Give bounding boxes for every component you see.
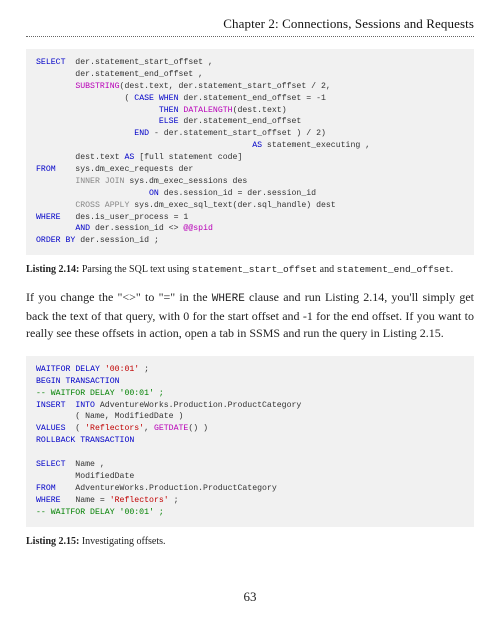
caption-text: Investigating offsets. bbox=[82, 536, 166, 547]
code-listing-2-15: WAITFOR DELAY '00:01' ; BEGIN TRANSACTIO… bbox=[26, 356, 474, 527]
caption-text: Parsing the SQL text using statement_sta… bbox=[82, 264, 453, 275]
page-container: Chapter 2: Connections, Sessions and Req… bbox=[0, 0, 500, 617]
listing-caption-2-15: Listing 2.15: Investigating offsets. bbox=[26, 536, 474, 547]
page-number: 63 bbox=[0, 589, 500, 605]
chapter-title: Chapter 2: Connections, Sessions and Req… bbox=[26, 16, 474, 32]
caption-label: Listing 2.15: bbox=[26, 536, 79, 547]
body-paragraph: If you change the "<>" to "=" in the WHE… bbox=[26, 289, 474, 342]
header-rule bbox=[26, 36, 474, 37]
listing-caption-2-14: Listing 2.14: Parsing the SQL text using… bbox=[26, 264, 474, 275]
caption-label: Listing 2.14: bbox=[26, 264, 79, 275]
code-listing-2-14: SELECT der.statement_start_offset , der.… bbox=[26, 49, 474, 255]
